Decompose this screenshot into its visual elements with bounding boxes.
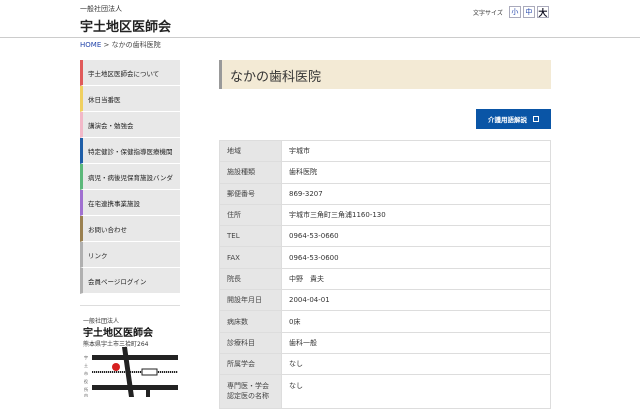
row-label: 病床数: [219, 310, 282, 333]
row-value: 0964-53-0660: [281, 225, 551, 248]
breadcrumb-separator: >: [101, 41, 112, 49]
row-label: 開設年月日: [219, 289, 282, 312]
sidebar-item-label: 休日当番医: [88, 95, 121, 104]
row-label: TEL: [219, 225, 282, 248]
sidebar-divider: [80, 305, 180, 306]
breadcrumb-home[interactable]: HOME: [80, 41, 101, 49]
sidebar-item-label: 宇土地区医師会について: [88, 69, 160, 78]
table-row: TEL 0964-53-0660: [219, 225, 551, 248]
clinic-info-table: 地域 宇城市 施設種類 歯科医院 郵便番号 869-3207 住所 宇城市三角町三角浦1160…: [219, 139, 551, 409]
table-row: 地域 宇城市: [219, 139, 551, 163]
row-value: 0964-53-0600: [281, 246, 551, 269]
sidebar-item[interactable]: リンク: [80, 242, 180, 268]
row-label: 所属学会: [219, 352, 282, 376]
font-size-large-button[interactable]: 大: [536, 6, 549, 19]
row-value: 歯科一般: [281, 331, 551, 354]
font-size-label: 文字サイズ: [473, 9, 503, 17]
table-row: 病床数 0床: [219, 310, 551, 333]
sidebar-item[interactable]: 病児・病後児保育施設バンダ: [80, 164, 180, 190]
row-label: 地域: [219, 139, 282, 163]
sidebar-item[interactable]: 在宅連携事業施設: [80, 190, 180, 216]
sidebar-item-label: リンク: [88, 251, 108, 260]
font-size-small-button[interactable]: 小: [508, 6, 521, 18]
sidebar-item-label: お問い合わせ: [88, 225, 127, 234]
breadcrumb-current: なかの歯科医院: [111, 41, 161, 49]
row-label: 施設種類: [219, 161, 282, 184]
sidebar-item[interactable]: 宇土地区医師会について: [80, 60, 180, 86]
sidebar-item-label: 講演会・勉強会: [88, 121, 134, 130]
site-title[interactable]: 宇土地区医師会: [80, 16, 171, 35]
row-value: 2004-04-01: [281, 289, 551, 312]
row-value: なし: [281, 374, 551, 409]
table-row: 開設年月日 2004-04-01: [219, 289, 551, 312]
location-map: 宇土市役所内: [84, 347, 178, 397]
org-type: 一般社団法人: [80, 5, 122, 13]
care-glossary-label: 介護用語解説: [488, 116, 527, 124]
page-title: なかの歯科医院: [219, 60, 551, 89]
breadcrumb: HOME > なかの歯科医院: [80, 40, 161, 50]
care-glossary-button[interactable]: 介護用語解説: [476, 109, 551, 129]
row-value: 0床: [281, 310, 551, 333]
sidebar-item-label: 会員ページログイン: [88, 277, 147, 286]
row-value: 869-3207: [281, 182, 551, 205]
table-row: 郵便番号 869-3207: [219, 182, 551, 205]
table-row: 住所 宇城市三角町三角浦1160-130: [219, 203, 551, 227]
row-label: 診療科目: [219, 331, 282, 354]
sidebar-item-label: 特定健診・保健指導医療機関: [88, 147, 173, 156]
row-value: 宇城市: [281, 139, 551, 163]
table-row: 所属学会 なし: [219, 352, 551, 376]
row-value: 宇城市三角町三角浦1160-130: [281, 203, 551, 227]
map-vertical-label: 宇土市役所内: [84, 354, 88, 397]
table-row: 診療科目 歯科一般: [219, 331, 551, 354]
row-label: 専門医・学会認定医の名称: [219, 374, 282, 409]
row-value: 中野 貴夫: [281, 267, 551, 291]
sidebar-item-label: 在宅連携事業施設: [88, 199, 140, 208]
external-link-icon: [533, 116, 539, 122]
sidebar-item[interactable]: 特定健診・保健指導医療機関: [80, 138, 180, 164]
sidebar-item[interactable]: 休日当番医: [80, 86, 180, 112]
table-row: 施設種類 歯科医院: [219, 161, 551, 184]
sidebar-nav: 宇土地区医師会について 休日当番医講演会・勉強会特定健診・保健指導医療機関 病児・病…: [80, 60, 180, 294]
row-label: 住所: [219, 203, 282, 227]
table-row: 院長 中野 貴夫: [219, 267, 551, 291]
table-row: FAX 0964-53-0600: [219, 246, 551, 269]
sidebar-item-label: 病児・病後児保育施設バンダ: [88, 173, 173, 182]
sidebar-item[interactable]: 会員ページログイン: [80, 268, 180, 294]
row-label: 院長: [219, 267, 282, 291]
row-value: 歯科医院: [281, 161, 551, 184]
table-row: 専門医・学会認定医の名称 なし: [219, 374, 551, 409]
sidebar-item[interactable]: お問い合わせ: [80, 216, 180, 242]
row-value: なし: [281, 352, 551, 376]
row-label: FAX: [219, 246, 282, 269]
map-title: 宇土地区医師会: [83, 328, 153, 339]
sidebar-item[interactable]: 講演会・勉強会: [80, 112, 180, 138]
row-label: 郵便番号: [219, 182, 282, 205]
font-size-medium-button[interactable]: 中: [522, 6, 535, 18]
font-size-switcher: 文字サイズ 小 中 大: [473, 6, 549, 19]
header-divider: [0, 37, 640, 38]
